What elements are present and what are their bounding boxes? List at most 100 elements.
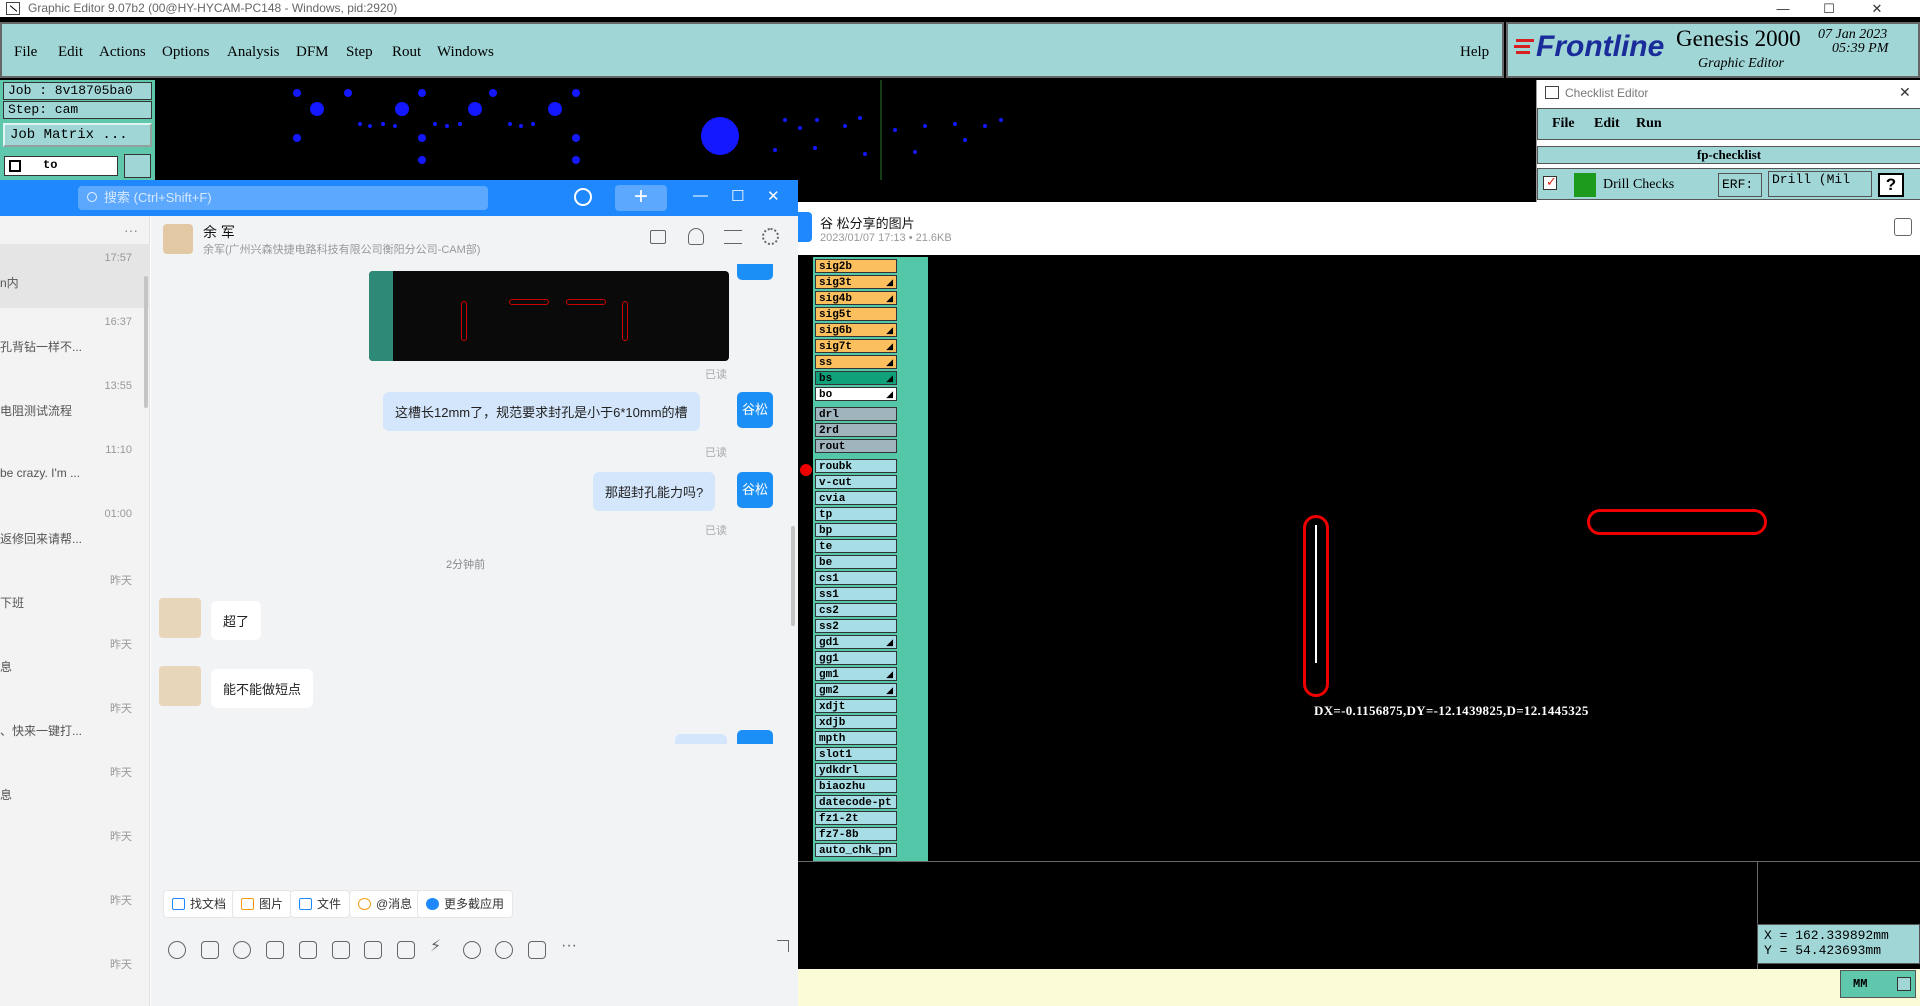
layer-cvia[interactable]: cvia [815, 491, 897, 505]
menu-edit[interactable]: Edit [58, 44, 83, 61]
layer-arrow-icon[interactable]: ◢ [886, 324, 893, 338]
layer-datecode-pt[interactable]: datecode-pt [815, 795, 897, 809]
menu-analysis[interactable]: Analysis [227, 44, 280, 61]
mail-icon[interactable] [528, 941, 546, 959]
checklist-close-icon[interactable]: ✕ [1899, 84, 1911, 101]
layer-arrow-icon[interactable]: ◢ [886, 340, 893, 354]
layer-bp[interactable]: bp [815, 523, 897, 537]
menu-step[interactable]: Step [346, 44, 373, 61]
command-line[interactable] [798, 969, 1920, 1006]
scissors-icon[interactable] [233, 941, 251, 959]
slot-horizontal[interactable] [1587, 509, 1767, 535]
viewer-side-tab[interactable] [798, 212, 812, 242]
menu-file[interactable]: File [14, 44, 37, 61]
layer-arrow-icon[interactable]: ◢ [886, 292, 893, 306]
history-icon[interactable] [574, 188, 592, 206]
layer-ss[interactable]: ss ◢ [815, 355, 897, 369]
help-button[interactable]: ? [1878, 173, 1904, 197]
link-icon[interactable] [463, 941, 481, 959]
more-apps-button[interactable]: 更多截应用 [417, 890, 514, 918]
close-button[interactable]: ✕ [1854, 0, 1900, 17]
calendar-icon[interactable] [364, 941, 382, 959]
incoming-message[interactable]: 能不能做短点 [211, 669, 314, 708]
lightning-icon[interactable]: ⚡ [430, 936, 448, 955]
expand-icon[interactable] [777, 940, 789, 952]
layer-mpth[interactable]: mpth [815, 731, 897, 745]
layer-scrollbar[interactable] [897, 257, 928, 861]
more-icon[interactable]: ··· [561, 937, 577, 955]
contact-avatar[interactable] [159, 598, 201, 638]
to-field[interactable]: to [4, 156, 118, 176]
layer-te[interactable]: te [815, 539, 897, 553]
checklist-menu-run[interactable]: Run [1636, 116, 1662, 132]
chat-scrollbar[interactable] [791, 526, 795, 626]
conversation-item[interactable]: 昨天息 [0, 756, 150, 820]
menu-dfm[interactable]: DFM [296, 44, 329, 61]
layer-rout[interactable]: rout [815, 439, 897, 453]
layer-auto_chk_pn[interactable]: auto_chk_pn [815, 843, 897, 857]
conversation-item[interactable]: 昨天 [0, 820, 150, 884]
folder-icon[interactable] [650, 230, 666, 244]
settings-gear-icon[interactable] [762, 228, 779, 245]
image-message[interactable] [369, 271, 729, 361]
layer-be[interactable]: be [815, 555, 897, 569]
find-docs-button[interactable]: 找文档 [163, 890, 236, 918]
self-avatar[interactable]: 谷松 [737, 392, 773, 428]
layer-sig7t[interactable]: sig7t ◢ [815, 339, 897, 353]
conversation-item[interactable]: 16:37 孔背钻一样不... [0, 308, 150, 372]
layer-xdjb[interactable]: xdjb [815, 715, 897, 729]
layer-xdjt[interactable]: xdjt [815, 699, 897, 713]
search-records-icon[interactable] [724, 230, 742, 244]
note-icon[interactable] [299, 941, 317, 959]
conversation-item[interactable]: 昨天 下班 [0, 564, 150, 628]
layer-sig4b[interactable]: sig4b ◢ [815, 291, 897, 305]
contact-avatar[interactable] [163, 224, 193, 254]
to-checkbox[interactable] [9, 160, 21, 172]
layer-ss2[interactable]: ss2 [815, 619, 897, 633]
layer-ss1[interactable]: ss1 [815, 587, 897, 601]
units-dropdown-icon[interactable] [1897, 977, 1911, 991]
layer-cs1[interactable]: cs1 [815, 571, 897, 585]
graphics-canvas[interactable]: DX=-0.1156875,DY=-12.1439825,D=12.144532… [930, 257, 1920, 861]
qq-maximize-icon[interactable]: ☐ [731, 187, 744, 205]
menu-rout[interactable]: Rout [392, 44, 421, 61]
layer-bs[interactable]: bs ◢ [815, 371, 897, 385]
qq-search-input[interactable]: 搜索 (Ctrl+Shift+F) [78, 186, 488, 210]
layer-cs2[interactable]: cs2 [815, 603, 897, 617]
image-button[interactable]: 图片 [232, 890, 293, 918]
conversation-item[interactable]: 11:10 be crazy. I'm ... [0, 436, 150, 500]
conversation-item[interactable]: 13:55 电阻测试流程 [0, 372, 150, 436]
layer-gm1[interactable]: gm1 ◢ [815, 667, 897, 681]
units-selector[interactable]: MM [1840, 970, 1916, 998]
conversation-item[interactable]: 昨天息 [0, 628, 150, 692]
outgoing-message[interactable]: 那超封孔能力吗? [593, 472, 716, 511]
layer-arrow-icon[interactable]: ◢ [886, 636, 893, 650]
conversation-item[interactable]: 17:57 n内 [0, 244, 150, 308]
layer-biaozhu[interactable]: biaozhu [815, 779, 897, 793]
layer-arrow-icon[interactable]: ◢ [886, 388, 893, 402]
erf-value[interactable]: Drill (Mil [1768, 171, 1872, 197]
upload-icon[interactable] [332, 941, 350, 959]
mention-button[interactable]: @消息 [349, 890, 422, 918]
layer-arrow-icon[interactable]: ◢ [886, 668, 893, 682]
layer-gg1[interactable]: gg1 [815, 651, 897, 665]
conversation-item[interactable]: 昨天 、快来一键打... [0, 692, 150, 756]
layer-2rd[interactable]: 2rd [815, 423, 897, 437]
layer-ydkdrl[interactable]: ydkdrl [815, 763, 897, 777]
layer-roubk[interactable]: roubk [815, 459, 897, 473]
self-avatar[interactable] [737, 264, 773, 280]
layer-sig6b[interactable]: sig6b ◢ [815, 323, 897, 337]
qq-close-icon[interactable]: ✕ [767, 187, 780, 205]
self-avatar[interactable]: 谷松 [737, 472, 773, 508]
maximize-button[interactable]: ☐ [1806, 0, 1852, 17]
outgoing-message[interactable]: 这槽长12mm了，规范要求封孔是小于6*10mm的槽 [383, 392, 700, 431]
checkbox-icon[interactable] [397, 941, 415, 959]
minimize-button[interactable]: — [1760, 0, 1806, 17]
layer-arrow-icon[interactable]: ◢ [886, 356, 893, 370]
layer-arrow-icon[interactable]: ◢ [886, 684, 893, 698]
layer-slot1[interactable]: slot1 [815, 747, 897, 761]
qq-minimize-icon[interactable]: — [693, 187, 708, 204]
emoji-icon[interactable] [168, 941, 186, 959]
toolbar-arrow-icon[interactable] [124, 154, 151, 178]
layer-fz1-2t[interactable]: fz1-2t [815, 811, 897, 825]
